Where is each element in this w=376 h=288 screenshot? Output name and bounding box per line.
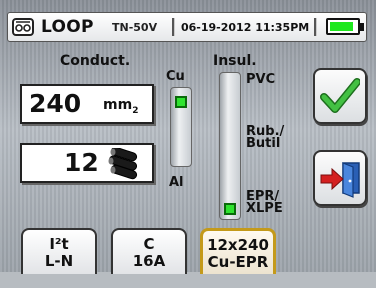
status-header: LOOP TN-50V 06-19-2012 11:35PM bbox=[7, 12, 367, 42]
header-divider bbox=[314, 18, 317, 36]
exit-door-icon bbox=[320, 162, 360, 198]
tab-protection[interactable]: C 16A bbox=[111, 228, 187, 274]
tab-cable[interactable]: 12x240 Cu-EPR bbox=[200, 228, 276, 274]
material-slider-knob[interactable] bbox=[175, 96, 187, 108]
header-divider bbox=[172, 18, 175, 36]
insulation-option-rubber[interactable]: Rub./ Butil bbox=[246, 125, 284, 150]
section-unit: mm2 bbox=[103, 97, 139, 116]
insulation-label: Insul. bbox=[213, 53, 257, 69]
material-slider[interactable] bbox=[170, 87, 192, 167]
tab-fault-energy[interactable]: I²t L-N bbox=[21, 228, 97, 274]
material-cu-label: Cu bbox=[166, 69, 185, 84]
datetime: 06-19-2012 11:35PM bbox=[181, 21, 310, 34]
system-type: TN-50V bbox=[112, 21, 158, 34]
confirm-button[interactable] bbox=[313, 68, 367, 124]
cable-bundle-icon bbox=[108, 148, 138, 180]
tab-strip-base bbox=[0, 272, 376, 288]
checkmark-icon bbox=[320, 78, 360, 113]
meter-icon bbox=[12, 18, 34, 36]
battery-icon bbox=[326, 18, 364, 35]
conductor-label: Conduct. bbox=[60, 53, 131, 69]
section-value-field[interactable]: 240 mm2 bbox=[20, 84, 154, 124]
conductor-count: 12 bbox=[64, 148, 99, 177]
exit-button[interactable] bbox=[313, 150, 367, 206]
insulation-slider[interactable] bbox=[219, 72, 241, 220]
material-al-label: Al bbox=[169, 175, 184, 190]
page-title: LOOP bbox=[41, 17, 94, 37]
insulation-option-pvc[interactable]: PVC bbox=[246, 73, 275, 86]
insulation-slider-knob[interactable] bbox=[224, 203, 236, 215]
section-value: 240 bbox=[29, 89, 82, 118]
conductor-count-field[interactable]: 12 bbox=[20, 143, 154, 183]
insulation-option-epr[interactable]: EPR/ XLPE bbox=[246, 190, 283, 215]
